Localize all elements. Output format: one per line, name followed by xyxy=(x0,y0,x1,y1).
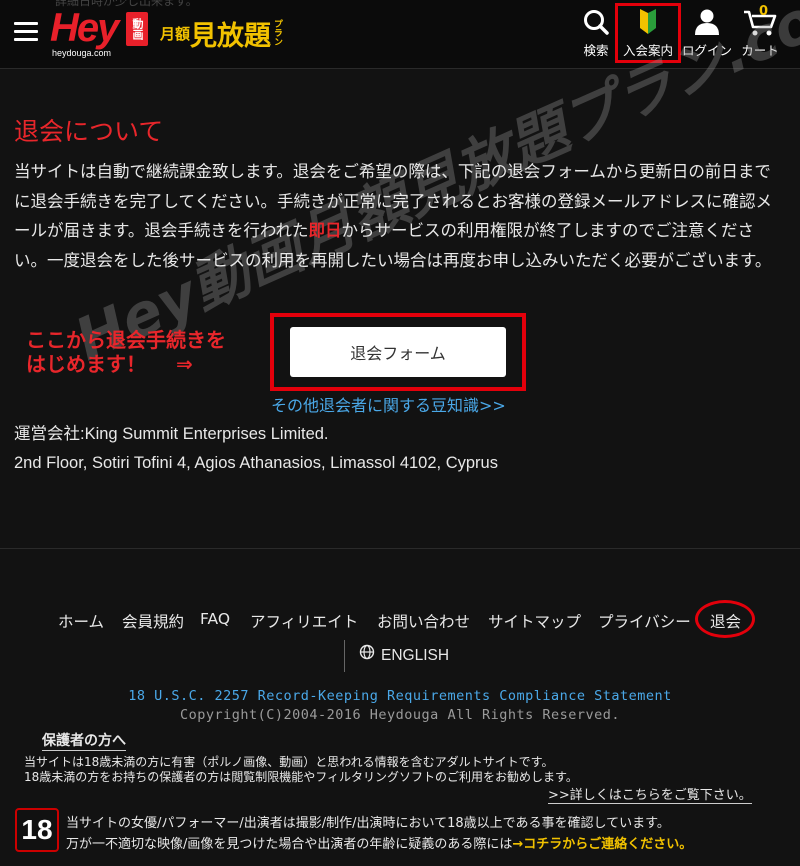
footer-link-terms[interactable]: 会員規約 xyxy=(122,610,184,632)
footer-link-faq[interactable]: FAQ xyxy=(200,610,230,628)
menu-icon[interactable] xyxy=(14,22,38,42)
age-18-badge: 18 xyxy=(15,808,59,852)
search-icon xyxy=(578,6,614,38)
logo-domain: heydouga.com xyxy=(52,48,112,58)
footer-link-contact[interactable]: お問い合わせ xyxy=(377,610,470,632)
footer-nav: ホーム 会員規約 FAQ アフィリエイト お問い合わせ サイトマップ プライバシ… xyxy=(0,610,800,632)
age-notice-2: 万が一不適切な映像/画像を見つけた場合や出演者の年齢に疑義のある際には→コチラか… xyxy=(66,833,692,852)
cta-line-2: はじめます！ xyxy=(26,352,146,376)
company-name: 運営会社:King Summit Enterprises Limited. xyxy=(14,425,329,443)
company-address: 2nd Floor, Sotiri Tofini 4, Agios Athana… xyxy=(14,454,498,472)
age-notice-1: 当サイトの女優/パフォーマー/出演者は撮影/制作/出演時において18歳以上である… xyxy=(66,816,670,831)
guardian-text-2: 18歳未満の方をお持ちの保護者の方は閲覧制限機能やフィルタリングソフトのご利用を… xyxy=(24,770,578,784)
logo-badge: 動画 xyxy=(126,12,148,46)
footer-link-affiliate[interactable]: アフィリエイト xyxy=(250,610,358,632)
arrow-icon: ⇒ xyxy=(176,352,193,376)
header-cart-button[interactable]: 0 カート xyxy=(736,4,784,62)
guardian-title: 保護者の方へ xyxy=(42,730,126,751)
cta-line-1: ここから退会手続きを xyxy=(26,328,226,352)
plan-label: プラン xyxy=(272,18,283,46)
plan-monthly: 月額 xyxy=(160,25,191,43)
search-label: 検索 xyxy=(583,43,609,58)
cta-annotation: ここから退会手続きを はじめます！ ⇒ xyxy=(26,328,226,376)
company-info: 運営会社:King Summit Enterprises Limited. 2n… xyxy=(14,420,498,478)
cart-label: カート xyxy=(741,43,779,58)
footer-link-home[interactable]: ホーム xyxy=(58,610,104,632)
contact-link[interactable]: →コチラからご連絡ください。 xyxy=(512,837,692,852)
plan-logo[interactable]: 月額見放題プラン xyxy=(160,14,284,54)
withdrawal-form-button[interactable]: 退会フォーム xyxy=(290,327,506,377)
page-title: 退会について xyxy=(14,117,164,146)
trivia-link[interactable]: その他退会者に関する豆知識>> xyxy=(271,392,506,416)
site-logo[interactable]: Hey 動画 heydouga.com xyxy=(50,8,150,60)
desc-highlight: 即日 xyxy=(308,221,342,240)
footer-link-privacy[interactable]: プライバシー xyxy=(598,610,691,632)
footer-link-sitemap[interactable]: サイトマップ xyxy=(488,610,581,632)
guardian-more-link[interactable]: >>詳しくはこちらをご覧下さい。 xyxy=(548,784,752,804)
cart-icon: 0 xyxy=(736,4,784,38)
header-login-button[interactable]: ログイン xyxy=(680,6,734,62)
language-label: ENGLISH xyxy=(381,647,450,665)
footer-divider xyxy=(0,548,800,549)
site-header: 詳細日時が少し出来ます。 Hey 動画 heydouga.com 月額見放題プラ… xyxy=(0,0,800,69)
guide-highlight-box xyxy=(615,3,681,63)
login-label: ログイン xyxy=(681,43,732,58)
plan-unlimited: 見放題 xyxy=(190,21,272,52)
age-notice-text: 万が一不適切な映像/画像を見つけた場合や出演者の年齢に疑義のある際には xyxy=(66,837,513,852)
header-search-button[interactable]: 検索 xyxy=(578,6,614,62)
user-icon xyxy=(680,6,734,38)
globe-icon xyxy=(359,640,375,672)
form-button-highlight: 退会フォーム xyxy=(270,313,526,391)
withdrawal-highlight-circle xyxy=(695,600,755,638)
logo-text: Hey xyxy=(50,6,119,50)
usc-2257-link[interactable]: 18 U.S.C. 2257 Record-Keeping Requiremen… xyxy=(0,688,800,704)
cart-count: 0 xyxy=(759,4,769,19)
withdrawal-description: 当サイトは自動で継続課金致します。退会をご希望の際は、下記の退会フォームから更新… xyxy=(14,157,786,275)
copyright: Copyright(C)2004-2016 Heydouga All Right… xyxy=(179,707,620,723)
language-switch[interactable]: ENGLISH xyxy=(344,640,449,672)
